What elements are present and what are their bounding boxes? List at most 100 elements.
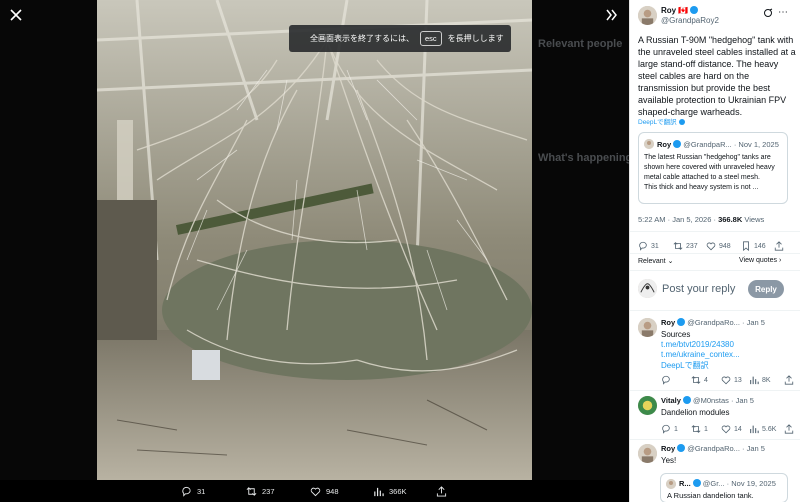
reply-header: Vitaly @M0nstas · Jan 5 — [661, 396, 754, 405]
tweet-stats: 31 237 948 146 — [638, 240, 793, 252]
like-icon — [721, 376, 731, 385]
close-icon[interactable] — [9, 8, 23, 22]
quote-header: Roy @GrandpaR... · Nov 1, 2025 — [657, 140, 779, 149]
fullscreen-exit-hint: 全画面表示を終了するには、 esc を長押しします — [289, 25, 511, 52]
reply-icon — [662, 375, 670, 385]
reply-stats: 1 1 14 5.6K — [661, 423, 796, 435]
sort-dropdown[interactable]: Relevant ⌄ — [638, 257, 673, 265]
reply-button[interactable]: 31 — [638, 241, 659, 251]
views-icon — [374, 487, 384, 497]
reply-text: Sources — [661, 330, 691, 339]
repost-icon — [673, 242, 683, 250]
source-link[interactable]: t.me/ukraine_contex... — [661, 350, 740, 359]
reply-button[interactable]: 1 — [661, 424, 678, 434]
reply-stats: 4 13 8K — [661, 374, 796, 386]
avatar[interactable] — [638, 396, 657, 415]
source-link[interactable]: t.me/btvt2019/24380 — [661, 340, 734, 349]
avatar — [666, 479, 676, 489]
quote-text: The latest Russian "hedgehog" tanks are … — [644, 154, 775, 191]
tank-photo — [97, 0, 532, 480]
reply-item[interactable]: Vitaly @M0nstas · Jan 5 Dandelion module… — [638, 396, 796, 436]
repost-count: 237 — [262, 487, 275, 496]
like-button[interactable]: 14 — [721, 424, 742, 434]
share-icon — [784, 424, 794, 434]
repost-button[interactable]: 4 — [691, 375, 708, 385]
reply-icon — [182, 486, 191, 497]
reply-count: 31 — [197, 487, 206, 496]
relevant-people-heading: Relevant people — [538, 38, 623, 50]
tweet-text: A Russian T-90M "hedgehog" tank with the… — [638, 35, 796, 117]
view-quotes-link[interactable]: View quotes › — [739, 257, 781, 264]
reply-icon — [662, 424, 670, 434]
author-name[interactable]: Roy 🇨🇦 — [661, 6, 699, 15]
media-viewer: Relevant people What's happening 全画面表示を終… — [0, 0, 629, 502]
share-icon — [774, 241, 784, 251]
repost-button[interactable]: 237 — [673, 241, 698, 251]
media-action-bar: 31 237 948 366K — [0, 480, 629, 502]
tweet-header: Roy 🇨🇦 @GrandpaRoy2 ⋯ — [638, 6, 788, 28]
repost-button[interactable]: 1 — [691, 424, 708, 434]
quoted-tweet[interactable]: R... @Gr... · Nov 19, 2025 A Russian dan… — [660, 473, 788, 502]
reply-composer: Post your reply Reply — [638, 279, 788, 301]
share-button[interactable] — [784, 424, 794, 434]
quoted-tweet[interactable]: Roy @GrandpaR... · Nov 1, 2025 The lates… — [638, 132, 788, 204]
whats-happening-heading: What's happening — [538, 152, 629, 164]
share-icon — [784, 375, 794, 385]
tweet-pane: Roy 🇨🇦 @GrandpaRoy2 ⋯ A Russian T-90M "h… — [629, 0, 800, 502]
reply-header: Roy @GrandpaRo... · Jan 5 — [661, 444, 765, 453]
verified-icon — [677, 318, 686, 326]
verified-icon — [673, 140, 682, 148]
share-action[interactable] — [436, 486, 447, 497]
chevron-right-icon: › — [778, 257, 782, 264]
repost-action[interactable]: 237 — [246, 486, 275, 497]
reply-button[interactable]: Reply — [748, 280, 784, 298]
like-icon — [310, 487, 321, 497]
author-handle[interactable]: @GrandpaRoy2 — [661, 16, 719, 25]
translate-link[interactable]: DeepLで翻訳 — [661, 361, 709, 371]
grok-icon[interactable] — [763, 8, 773, 18]
background-page: Relevant people What's happening — [532, 0, 629, 480]
repost-icon — [246, 487, 257, 496]
like-icon — [706, 242, 716, 251]
reply-input[interactable]: Post your reply — [662, 283, 735, 295]
share-icon — [436, 486, 447, 497]
esc-key: esc — [420, 31, 442, 46]
avatar[interactable] — [638, 6, 657, 25]
like-action[interactable]: 948 — [310, 486, 339, 497]
share-button[interactable] — [784, 375, 794, 385]
tweet-meta: 5:22 AM · Jan 5, 2026 · 366.8K Views — [638, 215, 765, 224]
like-count: 948 — [326, 487, 339, 496]
reply-button[interactable] — [661, 375, 674, 385]
views-button[interactable]: 8K — [749, 375, 771, 385]
reply-text: Dandelion modules — [661, 408, 730, 417]
repost-icon — [691, 425, 701, 433]
views-icon — [750, 376, 759, 385]
more-icon[interactable]: ⋯ — [778, 7, 788, 18]
expand-icon[interactable] — [605, 8, 619, 22]
views-action[interactable]: 366K — [373, 486, 407, 497]
like-icon — [721, 425, 731, 434]
views-button[interactable]: 5.6K — [749, 424, 776, 434]
chevron-down-icon: ⌄ — [667, 258, 674, 265]
like-button[interactable]: 948 — [706, 241, 731, 251]
avatar — [638, 279, 657, 298]
repost-icon — [691, 376, 701, 384]
esc-hint-text-end: を長押しします — [447, 34, 504, 43]
views-count: 366K — [389, 487, 407, 496]
quote-text: A Russian dandelion tank. — [667, 491, 754, 500]
views-icon — [750, 425, 759, 434]
bookmark-button[interactable]: 146 — [741, 241, 766, 251]
verified-icon — [692, 479, 701, 487]
avatar[interactable] — [638, 318, 657, 337]
verified-icon — [682, 396, 691, 404]
reply-item[interactable]: Roy @GrandpaRo... · Jan 5 Sources t.me/b… — [638, 318, 796, 388]
share-button[interactable] — [774, 241, 784, 251]
bookmark-icon — [743, 241, 749, 251]
like-button[interactable]: 13 — [721, 375, 742, 385]
avatar — [644, 139, 654, 149]
avatar[interactable] — [638, 444, 657, 463]
esc-hint-text: 全画面表示を終了するには、 — [310, 34, 414, 43]
reply-action[interactable]: 31 — [181, 486, 205, 497]
quote-header: R... @Gr... · Nov 19, 2025 — [679, 479, 776, 488]
translate-link[interactable]: DeepLで翻訳 — [638, 116, 685, 126]
